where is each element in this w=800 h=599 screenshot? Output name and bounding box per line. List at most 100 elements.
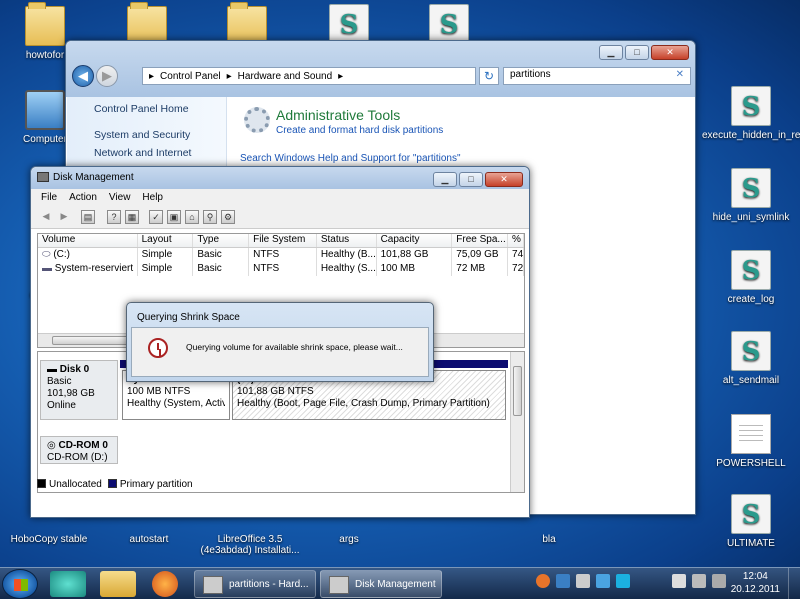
open-folder-icon[interactable]: ⌂ [185,210,199,224]
menu-file[interactable]: File [41,192,57,204]
desktop-icon-create-log[interactable]: create_log [706,250,796,305]
folder-icon [25,2,65,46]
chevron-right-icon: ▸ [226,70,232,82]
desktop-icon-hobocopy[interactable]: HoboCopy stable [4,534,94,545]
desktop-icon-label: alt_sendmail [722,375,780,386]
forward-arrow-icon[interactable]: ▶ [57,210,71,224]
desktop-icon-args[interactable]: args [304,534,394,545]
desktop-icon-label: execute_hidden_in_reg [702,130,800,141]
firefox-icon[interactable] [536,574,550,588]
partition-status: Healthy (Boot, Page File, Crash Dump, Pr… [237,398,490,409]
cell-type: Basic [193,248,250,262]
sidebar-link-network[interactable]: Network and Internet [94,147,191,159]
cell-layout: Simple [138,262,194,276]
show-desktop-button[interactable] [788,568,800,599]
maximize-button[interactable]: □ [459,172,483,187]
help-search-link[interactable]: Search Windows Help and Support for "par… [240,153,461,164]
breadcrumb-control-panel[interactable]: Control Panel [160,71,221,82]
flag-icon[interactable] [672,574,686,588]
firefox-icon[interactable] [152,571,178,597]
disk-icon: ▬ [47,364,57,375]
close-button[interactable]: ✕ [485,172,523,187]
menu-action[interactable]: Action [69,192,97,204]
properties-icon[interactable]: ▣ [167,210,181,224]
cell-capacity: 101,88 GB [377,248,453,262]
clear-search-icon[interactable]: ✕ [676,69,684,80]
task-control-panel[interactable]: partitions - Hard... [194,570,316,598]
disk0-label[interactable]: ▬ Disk 0 Basic 101,98 GB Online [40,360,118,420]
dialog-title: Querying Shrink Space [137,312,240,323]
clock[interactable]: 12:04 20.12.2011 [731,570,780,596]
scrollbar-thumb[interactable] [513,366,522,416]
cell-status: Healthy (B... [317,248,377,262]
search-icon[interactable]: ⚲ [203,210,217,224]
checklist-icon[interactable]: ✓ [149,210,163,224]
desktop-icon-powershell[interactable]: POWERSHELL [706,414,796,469]
app-icon[interactable] [616,574,630,588]
legend-unallocated: Unallocated [37,479,102,490]
refresh-button[interactable]: ↻ [479,67,499,85]
close-button[interactable]: ✕ [651,45,689,60]
desktop-icon-libreoffice[interactable]: LibreOffice 3.5 (4e3abdad) Installati... [200,534,300,556]
menu-view[interactable]: View [109,192,131,204]
drive-icon: ⬭ [42,249,54,260]
col-filesystem[interactable]: File System [249,234,317,247]
vertical-scrollbar[interactable] [510,352,524,492]
cdrom0-label[interactable]: ◎ CD-ROM 0 CD-ROM (D:) [40,436,118,464]
script-icon [329,4,369,44]
clock-icon [148,338,168,358]
disk0-type: Basic [47,376,72,387]
cell-free-space: 72 MB [452,262,509,276]
document-icon [731,414,771,454]
table-row[interactable]: ⬭ (C:) Simple Basic NTFS Healthy (B... 1… [38,248,524,262]
col-status[interactable]: Status [317,234,377,247]
back-button[interactable]: ◀ [72,65,94,87]
task-disk-management[interactable]: Disk Management [320,570,442,598]
back-arrow-icon[interactable]: ◀ [39,210,53,224]
network-icon[interactable] [556,574,570,588]
col-layout[interactable]: Layout [138,234,194,247]
script-icon [429,4,469,44]
help-icon[interactable]: ? [107,210,121,224]
power-icon[interactable] [712,574,726,588]
col-percent-free[interactable]: % I [508,234,524,247]
explorer-icon[interactable] [100,571,136,597]
disk-management-icon [37,172,49,182]
settings-icon[interactable]: ⚙ [221,210,235,224]
desktop-icon-alt-sendmail[interactable]: alt_sendmail [706,331,796,386]
desktop-icon-label: HoboCopy stable [10,534,88,545]
partition-size: 101,88 GB NTFS [237,386,314,397]
app-icon[interactable] [596,574,610,588]
breadcrumb-hardware-sound[interactable]: Hardware and Sound [238,71,333,82]
view-icon[interactable]: ▦ [125,210,139,224]
sidebar-link-home[interactable]: Control Panel Home [94,103,189,115]
col-volume[interactable]: Volume [38,234,138,247]
table-row[interactable]: ▬ System-reserviert Simple Basic NTFS He… [38,262,524,276]
desktop-icon-ultimate[interactable]: ULTIMATE [706,494,796,549]
minimize-button[interactable]: ▁ [433,172,457,187]
desktop-icon-bla[interactable]: bla [504,534,594,545]
result-title[interactable]: Administrative Tools [276,107,400,123]
menu-help[interactable]: Help [142,192,163,204]
search-input[interactable]: partitions ✕ [503,67,691,85]
maximize-button[interactable]: □ [625,45,649,60]
col-type[interactable]: Type [193,234,250,247]
start-button[interactable] [2,569,38,599]
cell-filesystem: NTFS [249,262,317,276]
tool-icon[interactable] [576,574,590,588]
volume-icon[interactable] [692,574,706,588]
col-free-space[interactable]: Free Spa... [452,234,509,247]
console-tree-icon[interactable]: ▤ [81,210,95,224]
administrative-tools-icon [244,107,270,133]
pinned-app-icon[interactable] [50,571,86,597]
address-bar[interactable]: ▸ Control Panel ▸ Hardware and Sound ▸ [142,67,476,85]
sidebar-link-security[interactable]: System and Security [94,129,190,141]
minimize-button[interactable]: ▁ [599,45,623,60]
forward-button[interactable]: ▶ [96,65,118,87]
desktop-icon-hide-uni-symlink[interactable]: hide_uni_symlink [706,168,796,223]
desktop-icon-autostart[interactable]: autostart [104,534,194,545]
desktop-icon-execute-hidden-in-reg[interactable]: execute_hidden_in_reg [702,86,800,141]
result-link[interactable]: Create and format hard disk partitions [276,125,443,136]
col-capacity[interactable]: Capacity [377,234,453,247]
desktop-icon-label: hide_uni_symlink [712,212,790,223]
